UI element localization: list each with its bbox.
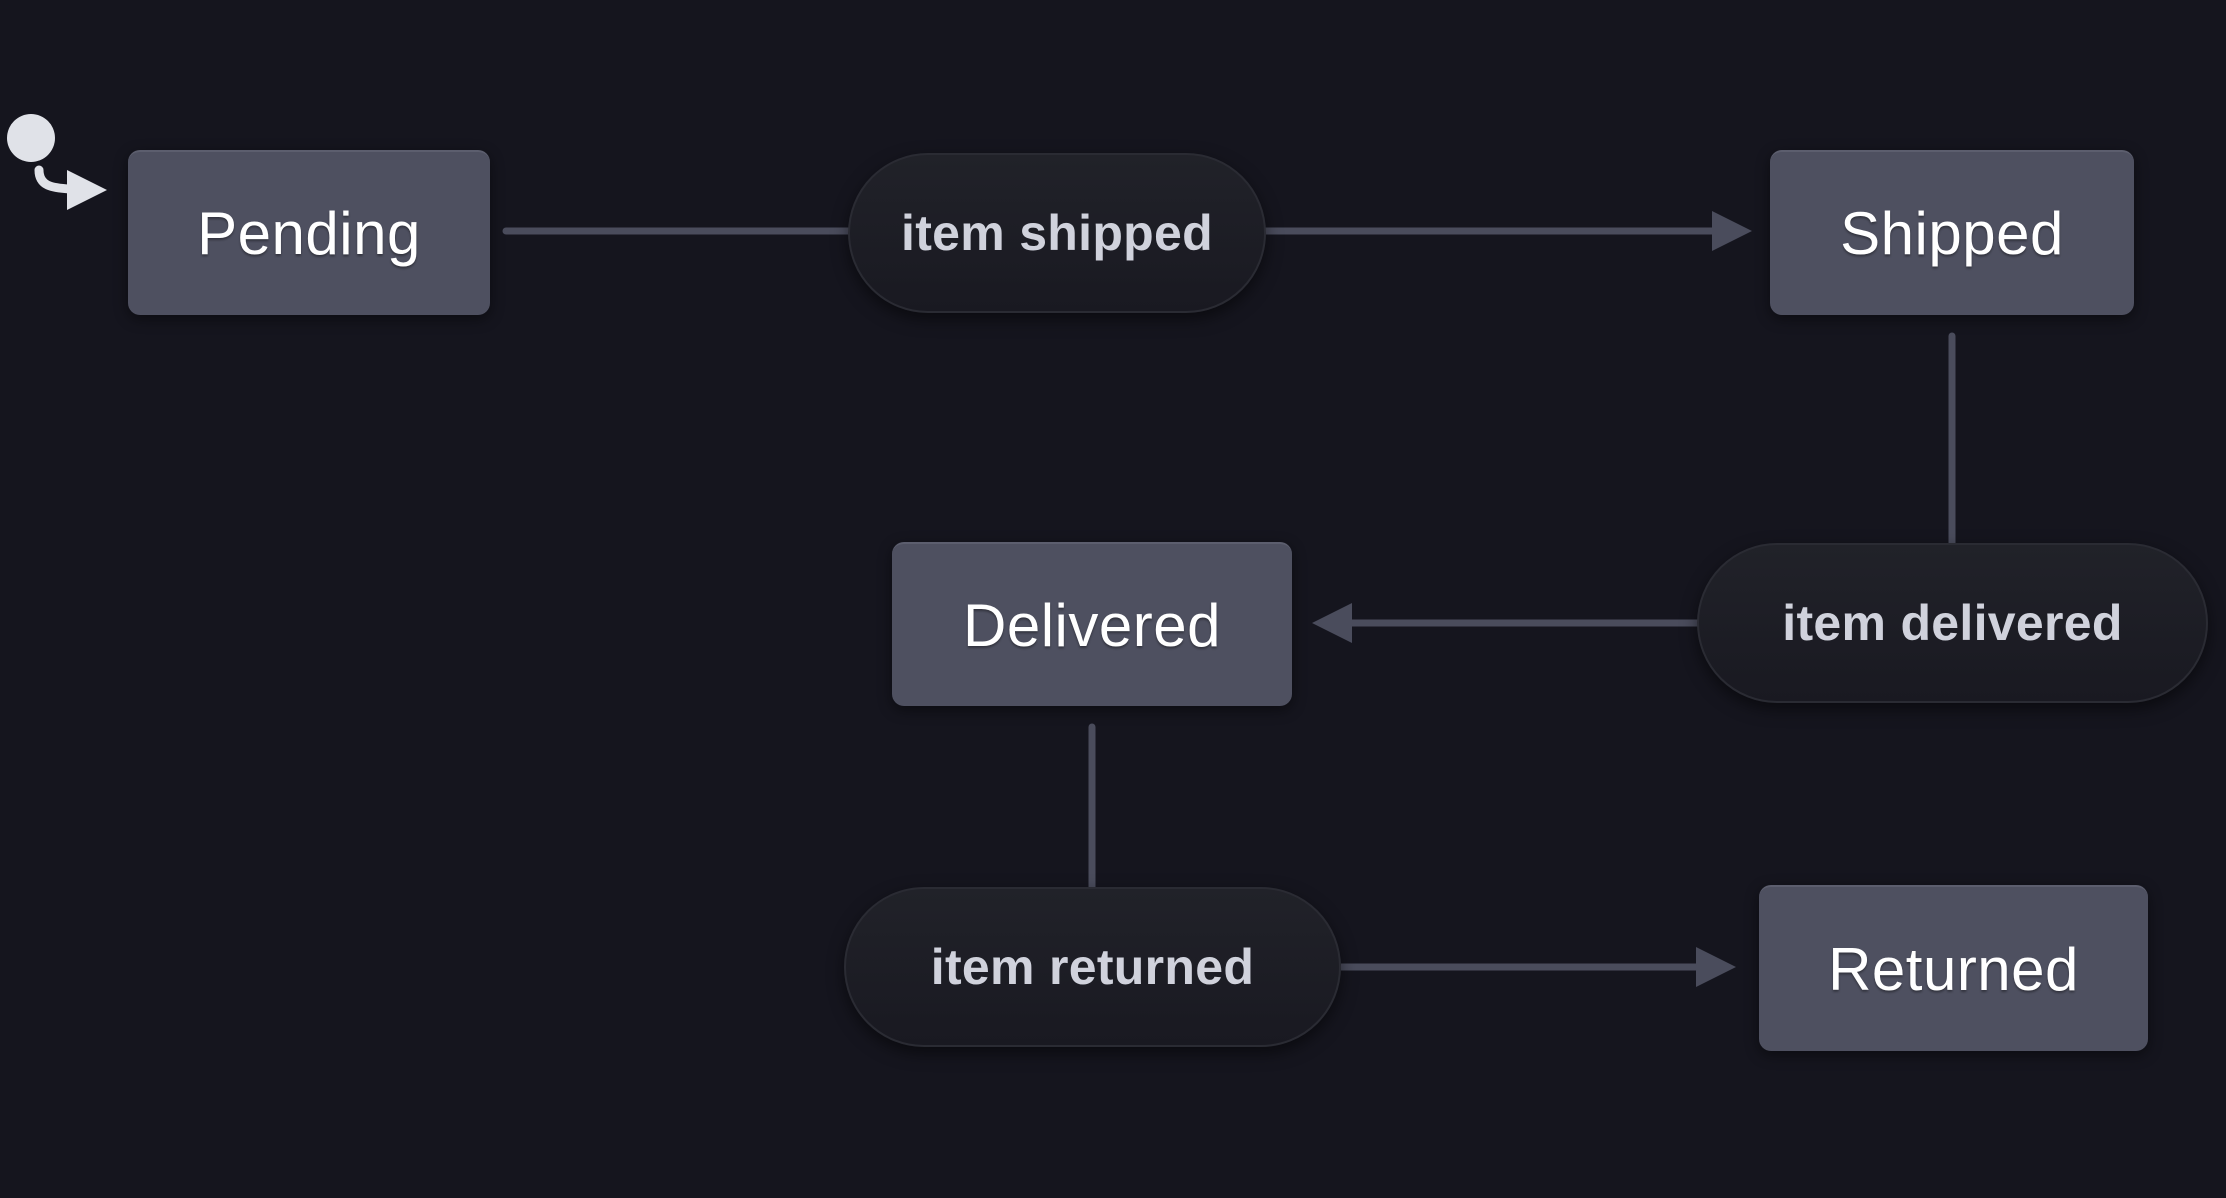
initial-transition-arrowhead [67,170,107,210]
state-shipped[interactable]: Shipped [1770,150,2134,315]
event-item-returned[interactable]: item returned [844,887,1341,1047]
state-label: Delivered [963,591,1221,659]
arrowhead-to-shipped [1712,211,1752,251]
state-pending[interactable]: Pending [128,150,490,315]
state-diagram: Pending Shipped Delivered Returned item … [0,0,2226,1198]
initial-state-dot [7,114,55,162]
state-returned[interactable]: Returned [1759,885,2148,1051]
arrowhead-to-returned [1696,947,1736,987]
event-label: item returned [930,939,1255,995]
state-label: Pending [197,200,421,267]
state-label: Shipped [1840,200,2064,267]
arrowhead-to-delivered [1312,603,1352,643]
state-label: Returned [1828,935,2079,1003]
event-label: item delivered [1782,595,2123,651]
event-label: item shipped [901,205,1213,261]
initial-transition-curve [34,165,75,194]
event-item-delivered[interactable]: item delivered [1697,543,2208,703]
event-item-shipped[interactable]: item shipped [848,153,1266,313]
state-delivered[interactable]: Delivered [892,542,1292,706]
